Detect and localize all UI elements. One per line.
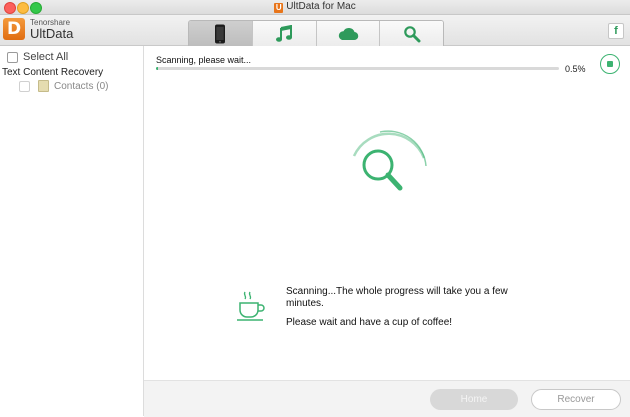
scan-progress-bar	[156, 67, 559, 70]
window-title: UltData for Mac	[286, 1, 356, 12]
tab-icloud[interactable]	[316, 21, 381, 46]
select-all-label: Select All	[23, 51, 69, 63]
tab-device[interactable]	[189, 21, 253, 46]
coffee-cup-icon	[237, 291, 265, 321]
contacts-book-icon	[38, 80, 49, 92]
scan-message-primary: Scanning...The whole progress will take …	[286, 286, 508, 309]
recover-button[interactable]: Recover	[531, 389, 621, 410]
stop-scan-button[interactable]	[600, 54, 620, 74]
checkbox-box[interactable]	[7, 51, 18, 63]
select-all-checkbox[interactable]: Select All	[7, 51, 68, 63]
phone-icon	[215, 24, 226, 43]
sidebar-item-label: Contacts (0)	[54, 80, 109, 92]
toolbar: D Tenorshare UltData f	[0, 15, 630, 46]
music-note-icon	[276, 24, 293, 42]
home-button[interactable]: Home	[430, 389, 518, 410]
cloud-icon	[338, 27, 359, 40]
category-heading: Text Content Recovery	[2, 67, 104, 78]
brand-name: UltData	[30, 26, 74, 41]
sidebar: Select All Text Content Recovery Contact…	[0, 46, 144, 416]
app-logo-icon: U	[274, 3, 284, 13]
scan-progress-fill	[156, 67, 159, 70]
contacts-checkbox[interactable]	[19, 80, 30, 92]
mode-tabs	[188, 20, 444, 46]
footer-bar: Home Recover	[144, 380, 630, 417]
scan-message-secondary: Please wait and have a cup of coffee!	[286, 317, 453, 328]
main-panel: Scanning, please wait... 0.5% Scanning..…	[144, 46, 630, 417]
brand-logo-icon: D	[3, 18, 25, 40]
magnifier-wrench-icon	[403, 25, 421, 42]
stop-icon	[607, 61, 613, 67]
tab-repair[interactable]	[380, 21, 443, 46]
tab-itunes[interactable]	[252, 21, 317, 46]
scan-percent: 0.5%	[565, 64, 586, 74]
scanning-magnifier-icon	[352, 130, 427, 191]
scan-status-text: Scanning, please wait...	[156, 55, 252, 65]
sidebar-item-contacts[interactable]: Contacts (0)	[19, 80, 108, 92]
facebook-share-button[interactable]: f	[608, 23, 624, 39]
title-bar: U UltData for Mac	[0, 0, 630, 15]
